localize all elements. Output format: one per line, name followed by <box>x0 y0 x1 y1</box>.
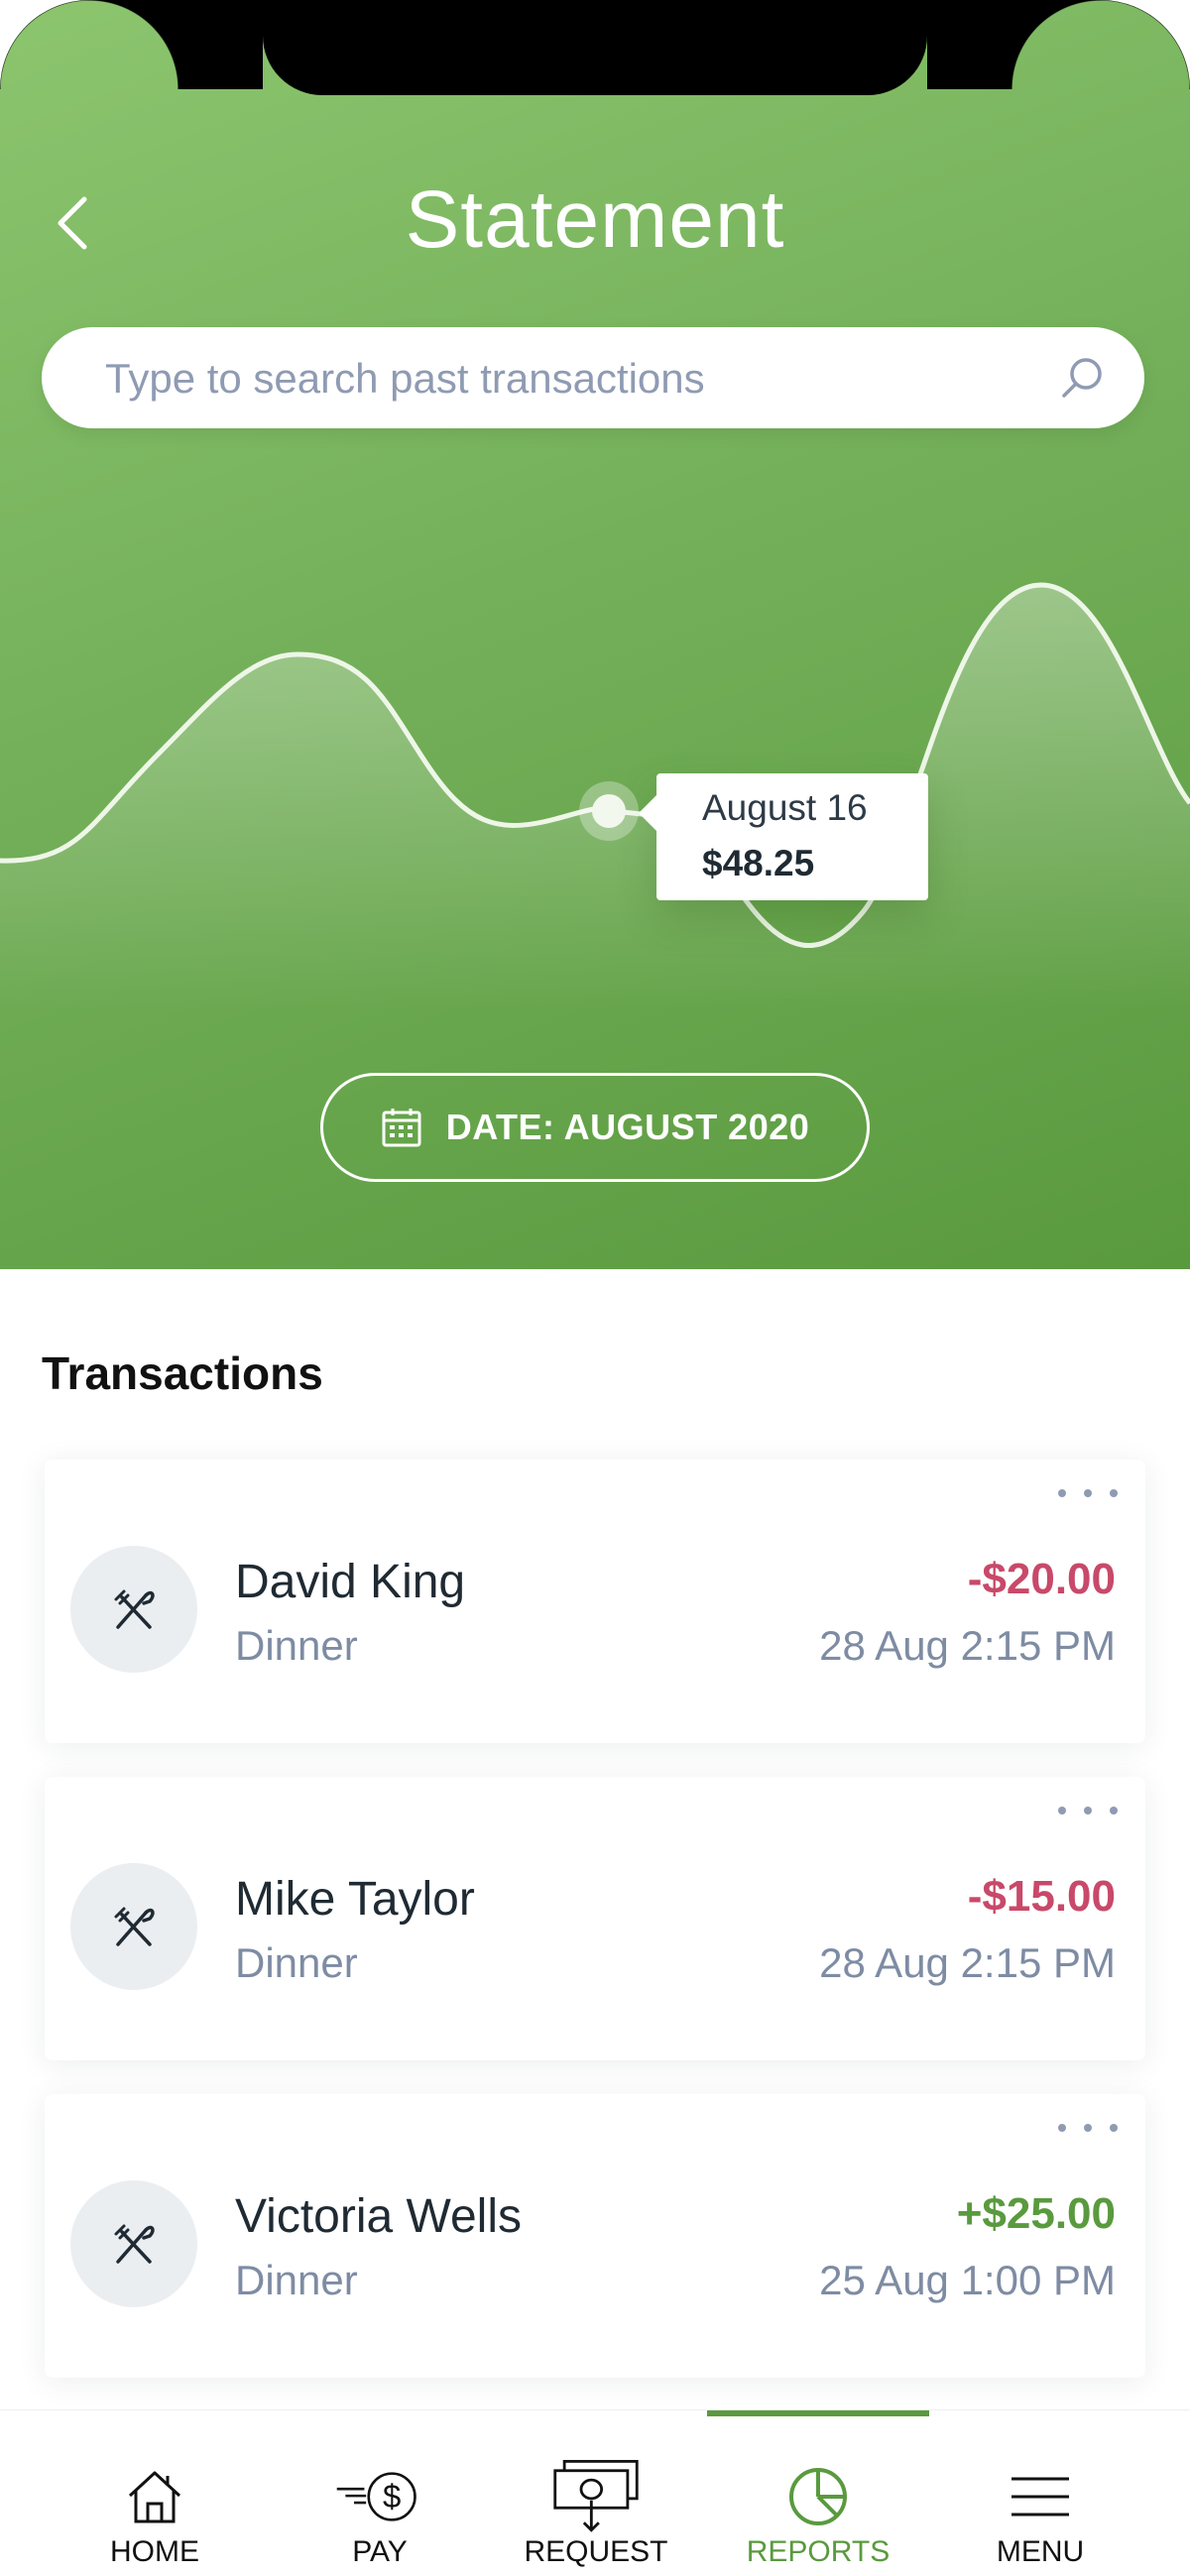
tab-pay[interactable]: $ PAY <box>271 2410 489 2576</box>
transactions-title: Transactions <box>42 1347 323 1399</box>
more-options-button[interactable] <box>1058 1479 1118 1507</box>
dot-icon <box>1058 1489 1066 1497</box>
screen-corner-left <box>0 0 263 89</box>
search-bar[interactable] <box>42 327 1144 430</box>
request-money-icon <box>553 2459 639 2532</box>
dot-icon <box>1110 1489 1118 1497</box>
active-tab-indicator <box>707 2410 929 2416</box>
category-avatar <box>70 2180 197 2307</box>
screen-corner-right <box>927 0 1190 89</box>
pay-dollar-icon: $ <box>336 2472 416 2521</box>
transaction-time: 28 Aug 2:15 PM <box>819 1939 1116 1986</box>
hamburger-menu-icon <box>1012 2477 1069 2517</box>
transaction-card[interactable]: David King Dinner -$20.00 28 Aug 2:15 PM <box>45 1460 1145 1743</box>
tab-menu[interactable]: MENU <box>931 2410 1149 2576</box>
tab-reports-label: REPORTS <box>746 2535 891 2568</box>
dot-icon <box>1058 1807 1066 1815</box>
category-avatar <box>70 1546 197 1673</box>
tooltip-amount: $48.25 <box>702 843 815 883</box>
spending-chart <box>0 582 1190 1011</box>
dot-icon <box>1084 1489 1092 1497</box>
page-title: Statement <box>405 175 785 265</box>
statement-header: Statement August 16 $48.25 <box>0 0 1190 1269</box>
calendar-icon <box>382 1109 421 1147</box>
transaction-amount: -$15.00 <box>967 1872 1116 1921</box>
home-icon <box>128 2471 181 2523</box>
transaction-amount: -$20.00 <box>967 1555 1116 1603</box>
tab-home-label: HOME <box>110 2535 199 2568</box>
fork-knife-icon <box>114 1907 155 1946</box>
dot-icon <box>1110 2124 1118 2132</box>
chart-highlight-point[interactable] <box>592 794 626 828</box>
search-input[interactable] <box>103 327 1039 430</box>
transaction-time: 25 Aug 1:00 PM <box>819 2257 1116 2303</box>
transaction-amount: +$25.00 <box>956 2189 1116 2238</box>
dot-icon <box>1058 2124 1066 2132</box>
svg-text:$: $ <box>383 2478 401 2515</box>
device-notch <box>263 0 927 95</box>
transaction-card[interactable]: Mike Taylor Dinner -$15.00 28 Aug 2:15 P… <box>45 1777 1145 2060</box>
transaction-category: Dinner <box>235 1939 358 1986</box>
tab-request-label: REQUEST <box>524 2535 668 2568</box>
fork-knife-icon <box>114 1589 155 1629</box>
search-icon[interactable] <box>1059 355 1105 401</box>
tab-home[interactable]: HOME <box>46 2410 264 2576</box>
tab-reports[interactable]: REPORTS <box>709 2410 927 2576</box>
date-filter-label: DATE: AUGUST 2020 <box>445 1107 810 1147</box>
transaction-time: 28 Aug 2:15 PM <box>819 1622 1116 1669</box>
fork-knife-icon <box>114 2224 155 2264</box>
transaction-card[interactable]: Victoria Wells Dinner +$25.00 25 Aug 1:0… <box>45 2094 1145 2378</box>
transaction-name: Mike Taylor <box>235 1873 475 1926</box>
dot-icon <box>1084 1807 1092 1815</box>
bottom-tab-bar: HOME $ PAY REQUEST REPORTS MENU <box>0 2409 1190 2576</box>
chart-tooltip: August 16 $48.25 <box>639 773 928 900</box>
tab-pay-label: PAY <box>352 2535 408 2568</box>
pie-chart-icon <box>789 2468 847 2525</box>
transaction-name: David King <box>235 1556 466 1608</box>
more-options-button[interactable] <box>1058 1797 1118 1824</box>
more-options-button[interactable] <box>1058 2114 1118 2142</box>
tab-menu-label: MENU <box>996 2535 1085 2568</box>
date-filter-button[interactable]: DATE: AUGUST 2020 <box>320 1073 870 1182</box>
transaction-category: Dinner <box>235 2257 358 2303</box>
category-avatar <box>70 1863 197 1990</box>
dot-icon <box>1084 2124 1092 2132</box>
phone-screen: Statement August 16 $48.25 <box>0 0 1190 2576</box>
tab-request[interactable]: REQUEST <box>487 2410 705 2576</box>
transaction-name: Victoria Wells <box>235 2190 522 2243</box>
transaction-category: Dinner <box>235 1622 358 1669</box>
tooltip-date: August 16 <box>702 787 868 828</box>
dot-icon <box>1110 1807 1118 1815</box>
